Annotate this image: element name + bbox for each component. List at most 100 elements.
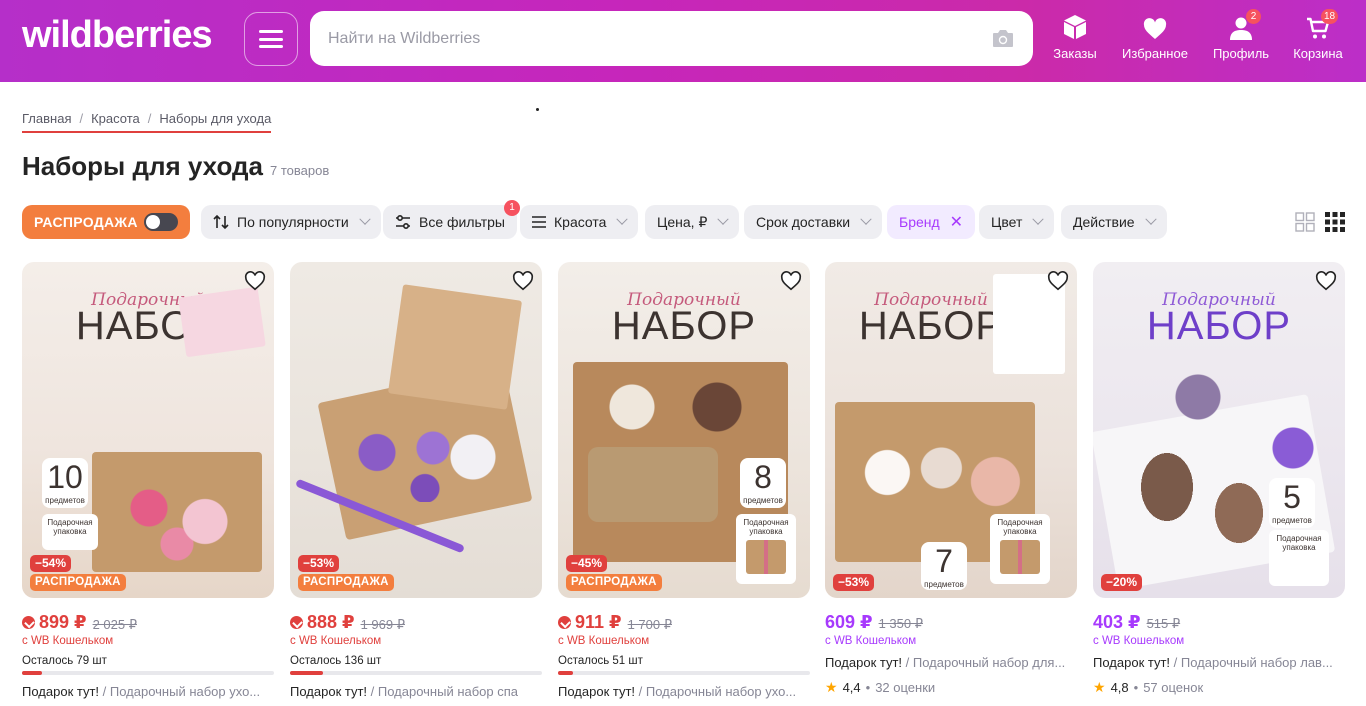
photo-items [345,412,505,502]
items-count-box: 10 предметов [42,458,88,508]
gift-box-icon [746,540,786,574]
product-image[interactable]: Подарочный НАБОР 7 предметов Подарочная … [825,262,1077,598]
profile-label: Профиль [1212,46,1270,61]
gift-box-icon [1000,540,1040,574]
reviews-count[interactable]: 32 оценки [875,680,935,695]
color-dropdown[interactable]: Цвет [979,205,1055,239]
action-dropdown[interactable]: Действие [1061,205,1167,239]
header: wildberries Заказы Избранное [0,0,1366,82]
profile-button[interactable]: 2 Профиль [1201,9,1281,61]
items-count-label: предметов [1272,516,1312,525]
orders-label: Заказы [1053,46,1097,61]
delivery-dropdown[interactable]: Срок доставки [744,205,883,239]
page-title: Наборы для ухода [22,151,263,181]
favorite-heart-icon[interactable] [780,270,802,292]
sale-toggle[interactable]: РАСПРОДАЖА [22,205,190,239]
product-title: / Подарочный набор для... [902,655,1066,670]
menu-button[interactable] [244,12,298,66]
chevron-down-icon [860,213,872,225]
product-card[interactable]: Подарочный НАБОР 7 предметов Подарочная … [825,262,1077,696]
stock-bar [290,671,542,675]
sort-label: По популярности [237,214,349,230]
photo-card [178,286,266,358]
photo-items [855,432,1035,522]
gift-pack-box: Подарочная упаковка [990,514,1050,584]
product-card[interactable]: Подарочный НАБОР 8 предметов Подарочная … [558,262,810,699]
product-name[interactable]: Подарок тут! / Подарочный набор для... [825,655,1077,670]
sale-label: РАСПРОДАЖА [34,214,138,230]
photo-lavender [1168,367,1228,427]
product-card[interactable]: −53% РАСПРОДАЖА 888 ₽ 1 969 ₽ с WB Кошел… [290,262,542,699]
favorites-label: Избранное [1122,46,1188,61]
favorite-heart-icon[interactable] [1315,270,1337,292]
close-icon[interactable]: ✕ [950,212,963,232]
discount-badge: −53% [298,555,340,572]
cursor-dot [536,108,539,111]
rating-value: 4,4 [842,680,861,695]
gift-pack-box: Подарочная упаковка [1269,530,1329,586]
product-image[interactable]: Подарочный НАБОР 10 предметов Подарочная… [22,262,274,598]
reviews-separator: • [865,680,871,695]
brand-filter[interactable]: Бренд ✕ [887,205,976,239]
product-image[interactable]: −53% РАСПРОДАЖА [290,262,542,598]
old-price: 1 350 ₽ [878,616,923,631]
stock-bar-fill [558,671,574,675]
price-dropdown[interactable]: Цена, ₽ [645,205,740,239]
cart-button[interactable]: 18 Корзина [1278,9,1358,61]
product-name[interactable]: Подарок тут! / Подарочный набор спа [290,684,542,699]
favorites-button[interactable]: Избранное [1115,12,1195,61]
sort-dropdown[interactable]: По популярности [201,205,381,239]
items-count: 5 [1283,479,1301,515]
logo[interactable]: wildberries [22,14,213,57]
product-card[interactable]: Подарочный НАБОР 10 предметов Подарочная… [22,262,274,699]
gift-prefix: Подарок тут! [22,684,100,699]
product-card[interactable]: Подарочный НАБОР 5 предметов Подарочная … [1093,262,1345,696]
reviews-count[interactable]: 57 оценок [1143,680,1203,695]
rating: ★ 4,8 • 57 оценок [1093,679,1345,696]
product-name[interactable]: Подарок тут! / Подарочный набор ухо... [558,684,810,699]
old-price: 515 ₽ [1146,616,1181,631]
product-image[interactable]: Подарочный НАБОР 8 предметов Подарочная … [558,262,810,598]
items-count-box: 8 предметов [740,458,786,508]
breadcrumb-separator: / [147,111,152,126]
price-value: 899 ₽ [39,612,87,632]
product-title: / Подарочный набор ухо... [635,684,797,699]
product-name[interactable]: Подарок тут! / Подарочный набор лав... [1093,655,1345,670]
rating-value: 4,8 [1110,680,1129,695]
stock-left: Осталось 51 шт [558,655,643,667]
wallet-icon [22,616,35,629]
grid-large-icon[interactable] [1295,212,1315,232]
chevron-down-icon [359,213,371,225]
price: 899 ₽ [22,612,87,633]
orders-button[interactable]: Заказы [1035,12,1115,61]
favorite-heart-icon[interactable] [512,270,534,292]
product-title: / Подарочный набор лав... [1170,655,1333,670]
star-icon: ★ [1093,679,1106,695]
breadcrumb-home[interactable]: Главная [22,111,71,126]
wallet-icon [290,616,303,629]
stock-bar [558,671,810,675]
category-dropdown[interactable]: Красота [520,205,639,239]
favorite-heart-icon[interactable] [244,270,266,292]
items-count-label: предметов [743,496,783,505]
all-filters-button[interactable]: Все фильтры 1 [383,200,520,239]
filter-count-badge: 1 [503,200,520,216]
cart-badge: 18 [1321,9,1339,24]
search-input[interactable] [328,11,968,66]
price: 403 ₽ [1093,612,1141,632]
heart-icon [1143,18,1167,39]
breadcrumb-current[interactable]: Наборы для ухода [159,111,271,126]
grid-small-icon[interactable] [1325,212,1345,232]
stock-left: Осталось 79 шт [22,655,107,667]
cart-label: Корзина [1293,46,1343,61]
favorite-heart-icon[interactable] [1047,270,1069,292]
product-name[interactable]: Подарок тут! / Подарочный набор ухо... [22,684,274,699]
wallet-note: с WB Кошельком [1093,635,1185,647]
toggle-switch[interactable] [144,213,178,231]
discount-badge: −53% [833,574,875,591]
items-count-box: 5 предметов [1269,478,1315,528]
camera-icon[interactable] [991,28,1015,48]
gift-pack-box: Подарочная упаковка [42,514,98,550]
breadcrumb-beauty[interactable]: Красота [91,111,140,126]
product-image[interactable]: Подарочный НАБОР 5 предметов Подарочная … [1093,262,1345,598]
